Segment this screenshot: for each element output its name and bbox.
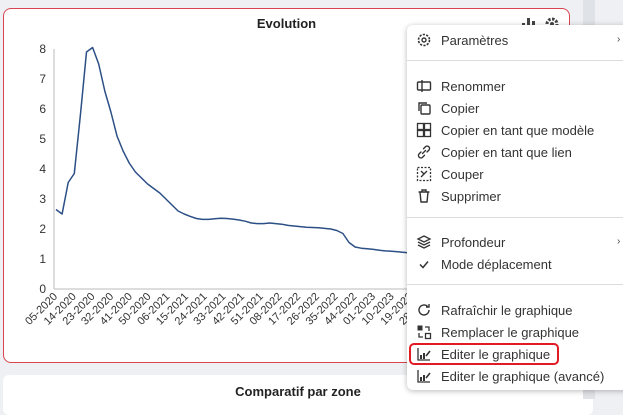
- context-menu: Paramètres › Renommer Copier Copier en t…: [407, 25, 623, 390]
- y-tick-label: 8: [39, 42, 46, 56]
- menu-item-copier-modele[interactable]: Copier en tant que modèle: [415, 120, 594, 140]
- y-tick-label: 4: [39, 162, 46, 176]
- trash-icon: [415, 187, 433, 205]
- edit-chart-advanced-icon: [415, 367, 433, 385]
- check-icon: [415, 255, 433, 273]
- chevron-right-icon: ›: [617, 34, 621, 45]
- refresh-icon: [415, 301, 433, 319]
- copy-template-icon: [415, 121, 433, 139]
- y-tick-label: 7: [39, 72, 46, 86]
- menu-item-remplacer[interactable]: Remplacer le graphique: [415, 322, 579, 342]
- y-tick-label: 6: [39, 102, 46, 116]
- menu-item-label: Couper: [441, 166, 484, 182]
- menu-item-label: Rafraîchir le graphique: [441, 302, 573, 318]
- layers-icon: [415, 233, 433, 251]
- menu-item-label: Profondeur: [441, 234, 506, 250]
- cut-icon: [415, 165, 433, 183]
- menu-item-editer-avance[interactable]: Editer le graphique (avancé): [415, 366, 604, 386]
- replace-icon: [415, 323, 433, 341]
- menu-item-label: Editer le graphique: [441, 346, 551, 362]
- y-tick-label: 2: [39, 222, 46, 236]
- menu-item-label: Renommer: [441, 78, 506, 94]
- chevron-right-icon: ›: [617, 236, 621, 247]
- menu-item-parametres[interactable]: Paramètres: [415, 30, 508, 50]
- menu-item-profondeur[interactable]: Profondeur: [415, 232, 505, 252]
- menu-item-supprimer[interactable]: Supprimer: [415, 186, 501, 206]
- menu-item-couper[interactable]: Couper: [415, 164, 484, 184]
- y-tick-label: 5: [39, 132, 46, 146]
- menu-item-renommer[interactable]: Renommer: [415, 76, 505, 96]
- menu-separator: [407, 284, 623, 285]
- menu-item-label: Supprimer: [441, 188, 501, 204]
- menu-item-copier-lien[interactable]: Copier en tant que lien: [415, 142, 572, 162]
- menu-item-mode-deplacement[interactable]: Mode déplacement: [415, 254, 552, 274]
- link-icon: [415, 143, 433, 161]
- menu-item-copier[interactable]: Copier: [415, 98, 479, 118]
- menu-item-label: Copier en tant que lien: [441, 144, 572, 160]
- settings-icon: [415, 31, 433, 49]
- menu-item-rafraichir[interactable]: Rafraîchir le graphique: [415, 300, 573, 320]
- y-tick-label: 3: [39, 192, 46, 206]
- copy-icon: [415, 99, 433, 117]
- menu-item-label: Copier en tant que modèle: [441, 122, 595, 138]
- menu-item-label: Paramètres: [441, 32, 509, 48]
- menu-item-label: Editer le graphique (avancé): [441, 368, 605, 384]
- menu-item-label: Remplacer le graphique: [441, 324, 580, 340]
- edit-chart-icon: [415, 345, 433, 363]
- y-tick-label: 0: [39, 282, 46, 296]
- rename-icon: [415, 77, 433, 95]
- menu-item-editer[interactable]: Editer le graphique: [415, 344, 550, 364]
- menu-item-label: Copier: [441, 100, 480, 116]
- menu-separator: [407, 60, 623, 61]
- menu-separator: [407, 217, 623, 218]
- menu-item-label: Mode déplacement: [441, 256, 552, 272]
- y-tick-label: 1: [39, 252, 46, 266]
